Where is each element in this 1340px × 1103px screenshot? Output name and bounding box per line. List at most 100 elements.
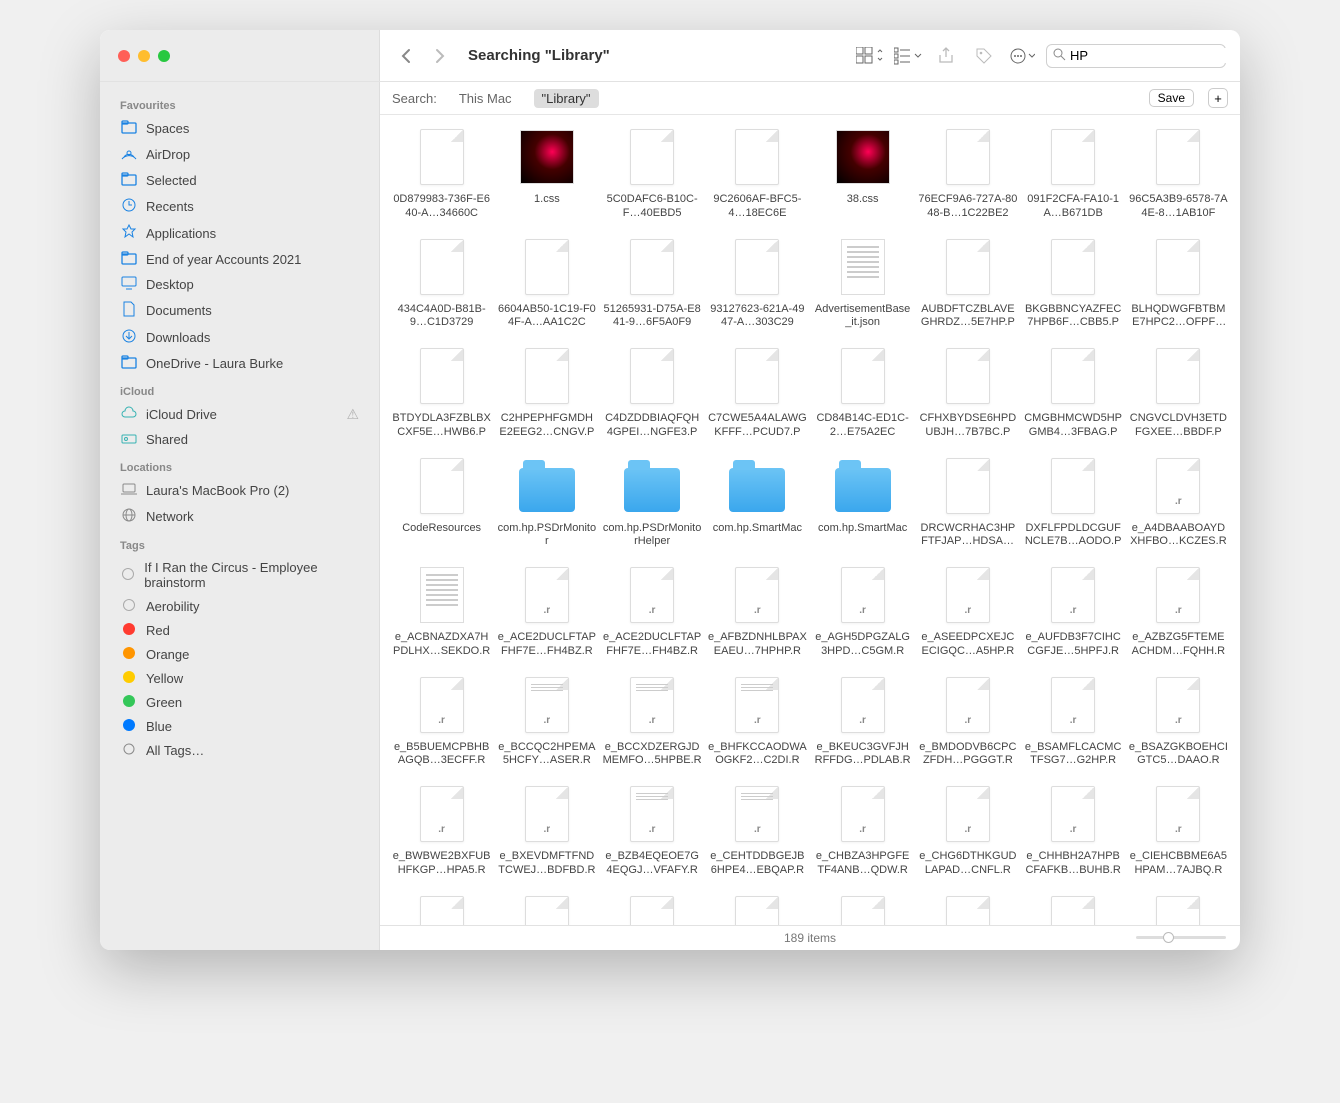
file-item[interactable]: BLHQDWGFBTBME7HPC2…OFPFV.P	[1129, 235, 1228, 331]
file-item[interactable]: AUBDFTCZBLAVEGHRDZ…5E7HP.P	[918, 235, 1017, 331]
file-item[interactable]: .re_BCCXDZERGJDMEMFO…5HPBE.R	[603, 673, 702, 769]
file-item[interactable]: .re_BMDODVB6CPCZFDH…PGGGT.R	[918, 673, 1017, 769]
sidebar-item[interactable]: End of year Accounts 2021	[100, 247, 379, 272]
sidebar-item[interactable]: Downloads	[100, 324, 379, 351]
file-item[interactable]: .re_AZBZG5FTEMEACHDM…FQHH.R	[1129, 563, 1228, 659]
file-item[interactable]: CodeResources	[392, 454, 491, 550]
file-item[interactable]: .re_AFBZDNHLBPAXEAEU…7HPHP.R	[708, 563, 807, 659]
file-item[interactable]: 96C5A3B9-6578-7A4E-8…1AB10F	[1129, 125, 1228, 221]
sidebar-item[interactable]: iCloud Drive⚠	[100, 402, 379, 427]
sidebar-item[interactable]: Desktop	[100, 272, 379, 297]
file-item[interactable]: .re_BCCQC2HPEMA5HCFY…ASER.R	[497, 673, 596, 769]
sidebar-item[interactable]: Orange	[100, 642, 379, 666]
file-item[interactable]: CFHXBYDSE6HPDUBJH…7B7BC.P	[918, 344, 1017, 440]
sidebar-item[interactable]: All Tags…	[100, 738, 379, 763]
search-input[interactable]	[1070, 48, 1240, 63]
file-item[interactable]: .re_BXEVDMFTFNDTCWEJ…BDFBD.R	[497, 782, 596, 878]
file-item[interactable]: CD84B14C-ED1C-2…E75A2EC	[813, 344, 912, 440]
scope-library[interactable]: "Library"	[534, 89, 599, 108]
share-button[interactable]	[932, 44, 960, 68]
save-search-button[interactable]: Save	[1149, 89, 1194, 107]
close-window-button[interactable]	[118, 50, 130, 62]
file-item[interactable]: .re_BSAMFLCACMCTFSG7…G2HP.R	[1024, 673, 1123, 769]
file-item[interactable]: C4DZDDBIAQFQH4GPEI…NGFE3.P	[603, 344, 702, 440]
file-item[interactable]: .re_CNHRG4AXBNBNARA…DDAGR.R	[603, 892, 702, 926]
file-item[interactable]: C7CWE5A4ALAWGKFFF…PCUD7.P	[708, 344, 807, 440]
sidebar-item[interactable]: Aerobility	[100, 594, 379, 618]
back-button[interactable]	[394, 44, 418, 68]
file-item[interactable]: .re_CHHBH2A7HPBCFAFKB…BUHB.R	[1024, 782, 1123, 878]
file-item[interactable]: .re_CEHTDDBGEJB6HPE4…EBQAP.R	[708, 782, 807, 878]
file-item[interactable]: 38.css	[813, 125, 912, 221]
sidebar-item[interactable]: Documents	[100, 297, 379, 324]
file-item[interactable]: 93127623-621A-4947-A…303C29	[708, 235, 807, 331]
file-item[interactable]: 091F2CFA-FA10-1A…B671DB	[1024, 125, 1123, 221]
zoom-slider[interactable]	[1136, 930, 1226, 944]
file-item[interactable]: .re_CSA7HPASFPDTDVHZ…FB6E3.R	[708, 892, 807, 926]
file-item[interactable]: 0D879983-736F-E640-A…34660C	[392, 125, 491, 221]
file-item[interactable]: com.hp.PSDrMonitor	[497, 454, 596, 550]
view-mode-button[interactable]	[856, 44, 884, 68]
file-item[interactable]: .re_CIEHCBBME6A5HPAM…7AJBQ.R	[1129, 782, 1228, 878]
actions-button[interactable]	[1008, 44, 1036, 68]
file-item[interactable]: 6604AB50-1C19-F04F-A…AA1C2C	[497, 235, 596, 331]
file-item[interactable]: .re_BKEUC3GVFJHRFFDG…PDLAB.R	[813, 673, 912, 769]
sidebar-item[interactable]: Blue	[100, 714, 379, 738]
sidebar-item[interactable]: Recents	[100, 193, 379, 220]
sidebar-item[interactable]: Spaces	[100, 116, 379, 141]
file-item[interactable]: 434C4A0D-B81B-9…C1D3729	[392, 235, 491, 331]
file-item[interactable]: com.hp.SmartMac	[813, 454, 912, 550]
sidebar-item[interactable]: Laura's MacBook Pro (2)	[100, 478, 379, 503]
file-item[interactable]: .re_DFBUGFCDGGFBDNA…CDAA7.R	[1129, 892, 1228, 926]
file-item[interactable]: DRCWCRHAC3HPFTFJAP…HDSAO.P	[918, 454, 1017, 550]
minimize-window-button[interactable]	[138, 50, 150, 62]
file-item[interactable]: 1.css	[497, 125, 596, 221]
file-item[interactable]: .re_BHFKCCAODWAOGKF2…C2DI.R	[708, 673, 807, 769]
scope-this-mac[interactable]: This Mac	[451, 89, 520, 108]
file-item[interactable]: .re_CKDQFMGOH7HPFXBE…GGEA.R	[392, 892, 491, 926]
file-item[interactable]: 76ECF9A6-727A-8048-B…1C22BE2	[918, 125, 1017, 221]
file-item[interactable]: 9C2606AF-BFC5-4…18EC6E	[708, 125, 807, 221]
file-item[interactable]: CMGBHMCWD5HPGMB4…3FBAG.P	[1024, 344, 1123, 440]
sidebar-item[interactable]: Red	[100, 618, 379, 642]
add-criteria-button[interactable]: +	[1208, 88, 1228, 108]
search-field[interactable]: ✕	[1046, 44, 1226, 68]
file-item[interactable]: .re_CNHJH7HPFXFVA5GUE…EZCR.R	[497, 892, 596, 926]
file-item[interactable]: DXFLFPDLDCGUFNCLE7B…AODO.P	[1024, 454, 1123, 550]
file-item[interactable]: .re_DEBRDGB6BJBPAYHUE…G3GC.R	[1024, 892, 1123, 926]
file-item[interactable]: .re_CTGHDHH3HPCDECC…BGLHG.R	[813, 892, 912, 926]
file-grid-scroll[interactable]: 0D879983-736F-E640-A…34660C1.css5C0DAFC6…	[380, 115, 1240, 925]
file-item[interactable]: .re_ASEEDPCXEJCECIGQC…A5HP.R	[918, 563, 1017, 659]
sidebar-item[interactable]: Shared	[100, 427, 379, 452]
file-item[interactable]: com.hp.PSDrMonitorHelper	[603, 454, 702, 550]
fullscreen-window-button[interactable]	[158, 50, 170, 62]
file-item[interactable]: .re_AGH5DPGZALG3HPD…C5GM.R	[813, 563, 912, 659]
file-item[interactable]: .re_BSAZGKBOEHCIGTC5…DAAO.R	[1129, 673, 1228, 769]
file-item[interactable]: C2HPEPHFGMDHE2EEG2…CNGV.P	[497, 344, 596, 440]
file-item[interactable]: .re_BWBWE2BXFUBHFKGP…HPA5.R	[392, 782, 491, 878]
tags-button[interactable]	[970, 44, 998, 68]
file-item[interactable]: .re_AUFDB3F7CIHCCGFJE…5HPFJ.R	[1024, 563, 1123, 659]
file-item[interactable]: 51265931-D75A-E841-9…6F5A0F9	[603, 235, 702, 331]
sidebar-item[interactable]: If I Ran the Circus - Employee brainstor…	[100, 556, 379, 594]
file-item[interactable]: BKGBBNCYAZFEC7HPB6F…CBB5.P	[1024, 235, 1123, 331]
forward-button[interactable]	[428, 44, 452, 68]
file-item[interactable]: com.hp.SmartMac	[708, 454, 807, 550]
sidebar-item[interactable]: Selected	[100, 168, 379, 193]
file-item[interactable]: .re_B5BUEMCPBHBAGQB…3ECFF.R	[392, 673, 491, 769]
file-item[interactable]: 5C0DAFC6-B10C-F…40EBD5	[603, 125, 702, 221]
file-item[interactable]: e_ACBNAZDXA7HPDLHX…SEKDO.R	[392, 563, 491, 659]
file-item[interactable]: AdvertisementBase_it.json	[813, 235, 912, 331]
file-item[interactable]: .re_D3HPBIDFGHBNGTBN…FGLEJ.R	[918, 892, 1017, 926]
file-item[interactable]: .re_CHG6DTHKGUDLAPAD…CNFL.R	[918, 782, 1017, 878]
file-item[interactable]: BTDYDLA3FZBLBXCXF5E…HWB6.P	[392, 344, 491, 440]
file-item[interactable]: .re_A4DBAABOAYDXHFBO…KCZES.R	[1129, 454, 1228, 550]
sidebar-item[interactable]: AirDrop	[100, 141, 379, 168]
file-item[interactable]: .re_ACE2DUCLFTAPFHF7E…FH4BZ.R	[603, 563, 702, 659]
sidebar-item[interactable]: Applications	[100, 220, 379, 247]
sidebar-item[interactable]: Network	[100, 503, 379, 530]
sidebar-item[interactable]: OneDrive - Laura Burke	[100, 351, 379, 376]
sidebar-item[interactable]: Green	[100, 690, 379, 714]
group-by-button[interactable]	[894, 44, 922, 68]
file-item[interactable]: .re_BZB4EQEOE7G4EQGJ…VFAFY.R	[603, 782, 702, 878]
